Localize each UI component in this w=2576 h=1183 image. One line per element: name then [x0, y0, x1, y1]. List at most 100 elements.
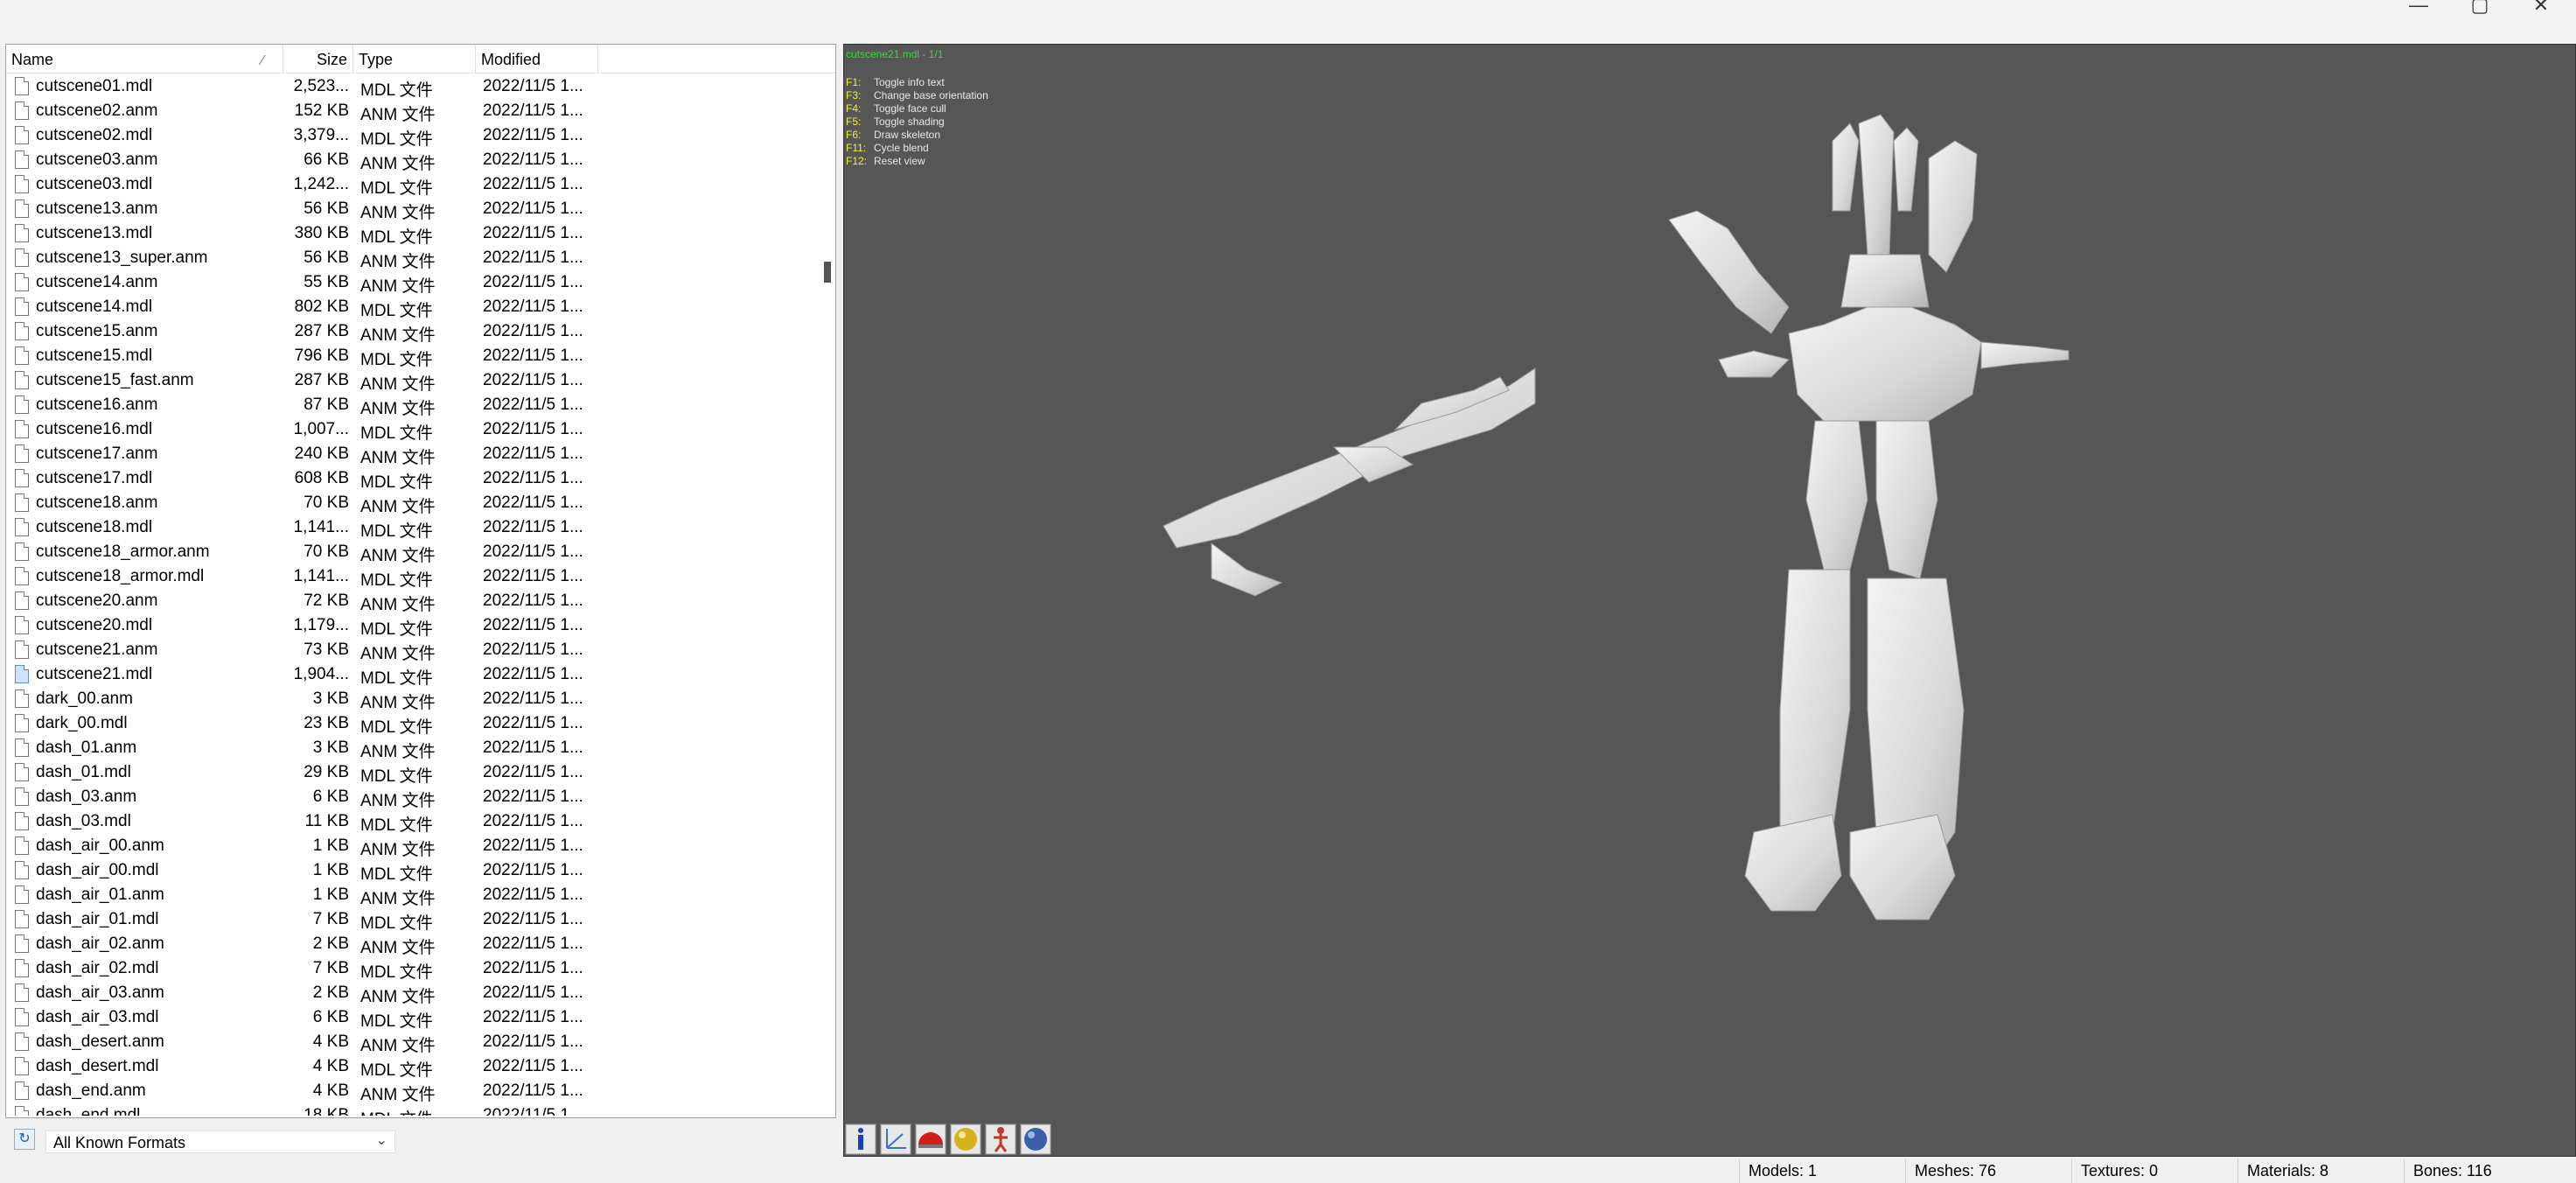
file-row[interactable]: cutscene14.anm 55 KB ANM 文件 2022/11/5 1...: [6, 270, 820, 296]
column-header-modified[interactable]: Modified: [476, 45, 598, 73]
file-icon: [15, 396, 29, 414]
file-row[interactable]: dark_00.anm 3 KB ANM 文件 2022/11/5 1...: [6, 687, 820, 712]
file-type: MDL 文件: [360, 767, 433, 786]
file-modified: 2022/11/5 1...: [483, 1008, 583, 1026]
maximize-button[interactable]: ▢: [2454, 0, 2506, 26]
file-size: 1 KB: [312, 836, 349, 855]
file-row[interactable]: dash_air_00.mdl 1 KB MDL 文件 2022/11/5 1...: [6, 858, 820, 884]
file-icon: [15, 469, 29, 487]
fighter-model: [1162, 368, 1536, 597]
file-row[interactable]: dash_air_02.mdl 7 KB MDL 文件 2022/11/5 1...: [6, 956, 820, 982]
file-row[interactable]: dark_00.mdl 23 KB MDL 文件 2022/11/5 1...: [6, 711, 820, 737]
scrollbar-thumb[interactable]: [824, 262, 831, 283]
file-row[interactable]: cutscene20.anm 72 KB ANM 文件 2022/11/5 1...: [6, 589, 820, 614]
file-row[interactable]: dash_end.mdl 18 KB MDL 文件 2022/11/5 1...: [6, 1103, 820, 1116]
file-type: ANM 文件: [360, 253, 436, 271]
file-type: MDL 文件: [360, 1012, 433, 1031]
file-row[interactable]: cutscene18_armor.mdl 1,141... MDL 文件 2022/1…: [6, 564, 820, 590]
file-row[interactable]: dash_air_01.anm 1 KB ANM 文件 2022/11/5 1...: [6, 883, 820, 908]
file-row[interactable]: dash_air_03.mdl 6 KB MDL 文件 2022/11/5 1...: [6, 1005, 820, 1031]
file-type: ANM 文件: [360, 694, 436, 712]
file-name: cutscene17.anm: [36, 444, 158, 463]
file-row[interactable]: cutscene21.mdl 1,904... MDL 文件 2022/11/5 1.…: [6, 662, 820, 688]
file-row[interactable]: dash_01.mdl 29 KB MDL 文件 2022/11/5 1...: [6, 760, 820, 786]
file-row[interactable]: cutscene16.anm 87 KB ANM 文件 2022/11/5 1...: [6, 393, 820, 418]
file-modified: 2022/11/5 1...: [483, 248, 583, 267]
column-header-size[interactable]: Size: [283, 45, 353, 73]
file-size: 4 KB: [312, 1032, 349, 1051]
file-modified: 2022/11/5 1...: [483, 959, 583, 977]
model-viewport[interactable]: cutscene21.mdl - 1/1 F1: Toggle info text…: [843, 44, 2576, 1157]
file-size: 240 KB: [294, 444, 349, 463]
file-row[interactable]: cutscene15.mdl 796 KB MDL 文件 2022/11/5 1...: [6, 344, 820, 369]
file-icon: [15, 224, 29, 242]
file-row[interactable]: cutscene03.anm 66 KB ANM 文件 2022/11/5 1...: [6, 148, 820, 173]
red-dome-icon[interactable]: [915, 1124, 946, 1155]
file-row[interactable]: cutscene13.anm 56 KB ANM 文件 2022/11/5 1...: [6, 197, 820, 222]
file-icon: [15, 77, 29, 95]
file-row[interactable]: dash_01.anm 3 KB ANM 文件 2022/11/5 1...: [6, 736, 820, 761]
file-row[interactable]: cutscene02.mdl 3,379... MDL 文件 2022/11/5 1.…: [6, 123, 820, 149]
axes-icon[interactable]: [880, 1124, 911, 1155]
file-row[interactable]: dash_air_03.anm 2 KB ANM 文件 2022/11/5 1...: [6, 981, 820, 1006]
file-row[interactable]: cutscene21.anm 73 KB ANM 文件 2022/11/5 1...: [6, 638, 820, 663]
file-size: 1 KB: [312, 886, 349, 904]
format-filter-select[interactable]: All Known Formats ⌄: [45, 1130, 395, 1153]
file-row[interactable]: dash_air_01.mdl 7 KB MDL 文件 2022/11/5 1...: [6, 907, 820, 933]
file-size: 87 KB: [304, 396, 349, 414]
file-row[interactable]: dash_03.anm 6 KB ANM 文件 2022/11/5 1...: [6, 785, 820, 810]
file-row[interactable]: dash_air_02.anm 2 KB ANM 文件 2022/11/5 1...: [6, 932, 820, 957]
file-row[interactable]: cutscene15_fast.anm 287 KB ANM 文件 2022/11/5…: [6, 368, 820, 394]
file-row[interactable]: cutscene20.mdl 1,179... MDL 文件 2022/11/5 1.…: [6, 613, 820, 639]
refresh-button[interactable]: ↻: [14, 1129, 35, 1150]
file-row[interactable]: dash_03.mdl 11 KB MDL 文件 2022/11/5 1...: [6, 809, 820, 835]
skeleton-icon[interactable]: [985, 1124, 1016, 1155]
file-row[interactable]: cutscene16.mdl 1,007... MDL 文件 2022/11/5 1.…: [6, 417, 820, 443]
file-type: MDL 文件: [360, 473, 433, 492]
minimize-button[interactable]: —: [2392, 0, 2445, 26]
yellow-sphere-icon[interactable]: [950, 1124, 981, 1155]
file-row[interactable]: cutscene18.anm 70 KB ANM 文件 2022/11/5 1...: [6, 491, 820, 516]
file-size: 1,904...: [293, 665, 349, 683]
file-modified: 2022/11/5 1...: [483, 886, 583, 904]
file-name: dash_air_00.mdl: [36, 861, 159, 879]
file-row[interactable]: dash_end.anm 4 KB ANM 文件 2022/11/5 1...: [6, 1079, 820, 1104]
vertical-scrollbar[interactable]: [820, 74, 835, 1116]
file-row[interactable]: cutscene17.mdl 608 KB MDL 文件 2022/11/5 1...: [6, 466, 820, 492]
close-button[interactable]: ✕: [2515, 0, 2567, 26]
file-row[interactable]: cutscene18.mdl 1,141... MDL 文件 2022/11/5 1.…: [6, 515, 820, 541]
file-icon: [15, 886, 29, 904]
file-icon: [15, 420, 29, 438]
file-modified: 2022/11/5 1...: [483, 224, 583, 242]
file-row[interactable]: cutscene01.mdl 2,523... MDL 文件 2022/11/5 1.…: [6, 74, 820, 100]
column-header-name[interactable]: Name ⁄: [6, 45, 283, 73]
globe-icon[interactable]: [1020, 1124, 1051, 1155]
file-row[interactable]: cutscene15.anm 287 KB ANM 文件 2022/11/5 1...: [6, 319, 820, 345]
model-render: [1162, 114, 2070, 920]
file-size: 1,179...: [293, 616, 349, 634]
file-name: cutscene18_armor.anm: [36, 542, 210, 561]
file-row[interactable]: dash_desert.mdl 4 KB MDL 文件 2022/11/5 1...: [6, 1054, 820, 1080]
file-name: cutscene21.mdl: [36, 665, 153, 683]
file-row[interactable]: cutscene17.anm 240 KB ANM 文件 2022/11/5 1...: [6, 442, 820, 467]
file-size: 796 KB: [294, 346, 349, 365]
info-icon[interactable]: [845, 1124, 876, 1155]
file-row[interactable]: cutscene13.mdl 380 KB MDL 文件 2022/11/5 1...: [6, 221, 820, 247]
file-row[interactable]: cutscene13_super.anm 56 KB ANM 文件 2022/11/5…: [6, 246, 820, 271]
file-row[interactable]: cutscene18_armor.anm 70 KB ANM 文件 2022/11/5…: [6, 540, 820, 565]
file-size: 56 KB: [304, 248, 349, 267]
file-row[interactable]: dash_desert.anm 4 KB ANM 文件 2022/11/5 1...: [6, 1030, 820, 1055]
column-header-type[interactable]: Type: [353, 45, 476, 73]
file-type: MDL 文件: [360, 669, 433, 688]
file-row[interactable]: cutscene14.mdl 802 KB MDL 文件 2022/11/5 1...: [6, 295, 820, 320]
file-name: cutscene14.anm: [36, 273, 158, 291]
file-icon: [15, 1082, 29, 1100]
file-row[interactable]: dash_air_00.anm 1 KB ANM 文件 2022/11/5 1...: [6, 834, 820, 859]
file-type: ANM 文件: [360, 939, 436, 957]
file-name: cutscene02.anm: [36, 102, 158, 120]
title-bar: — ▢ ✕: [0, 0, 2576, 44]
file-row[interactable]: cutscene02.anm 152 KB ANM 文件 2022/11/5 1...: [6, 99, 820, 124]
file-row[interactable]: cutscene03.mdl 1,242... MDL 文件 2022/11/5 1.…: [6, 172, 820, 198]
file-icon: [15, 910, 29, 928]
file-size: 3 KB: [312, 690, 349, 708]
